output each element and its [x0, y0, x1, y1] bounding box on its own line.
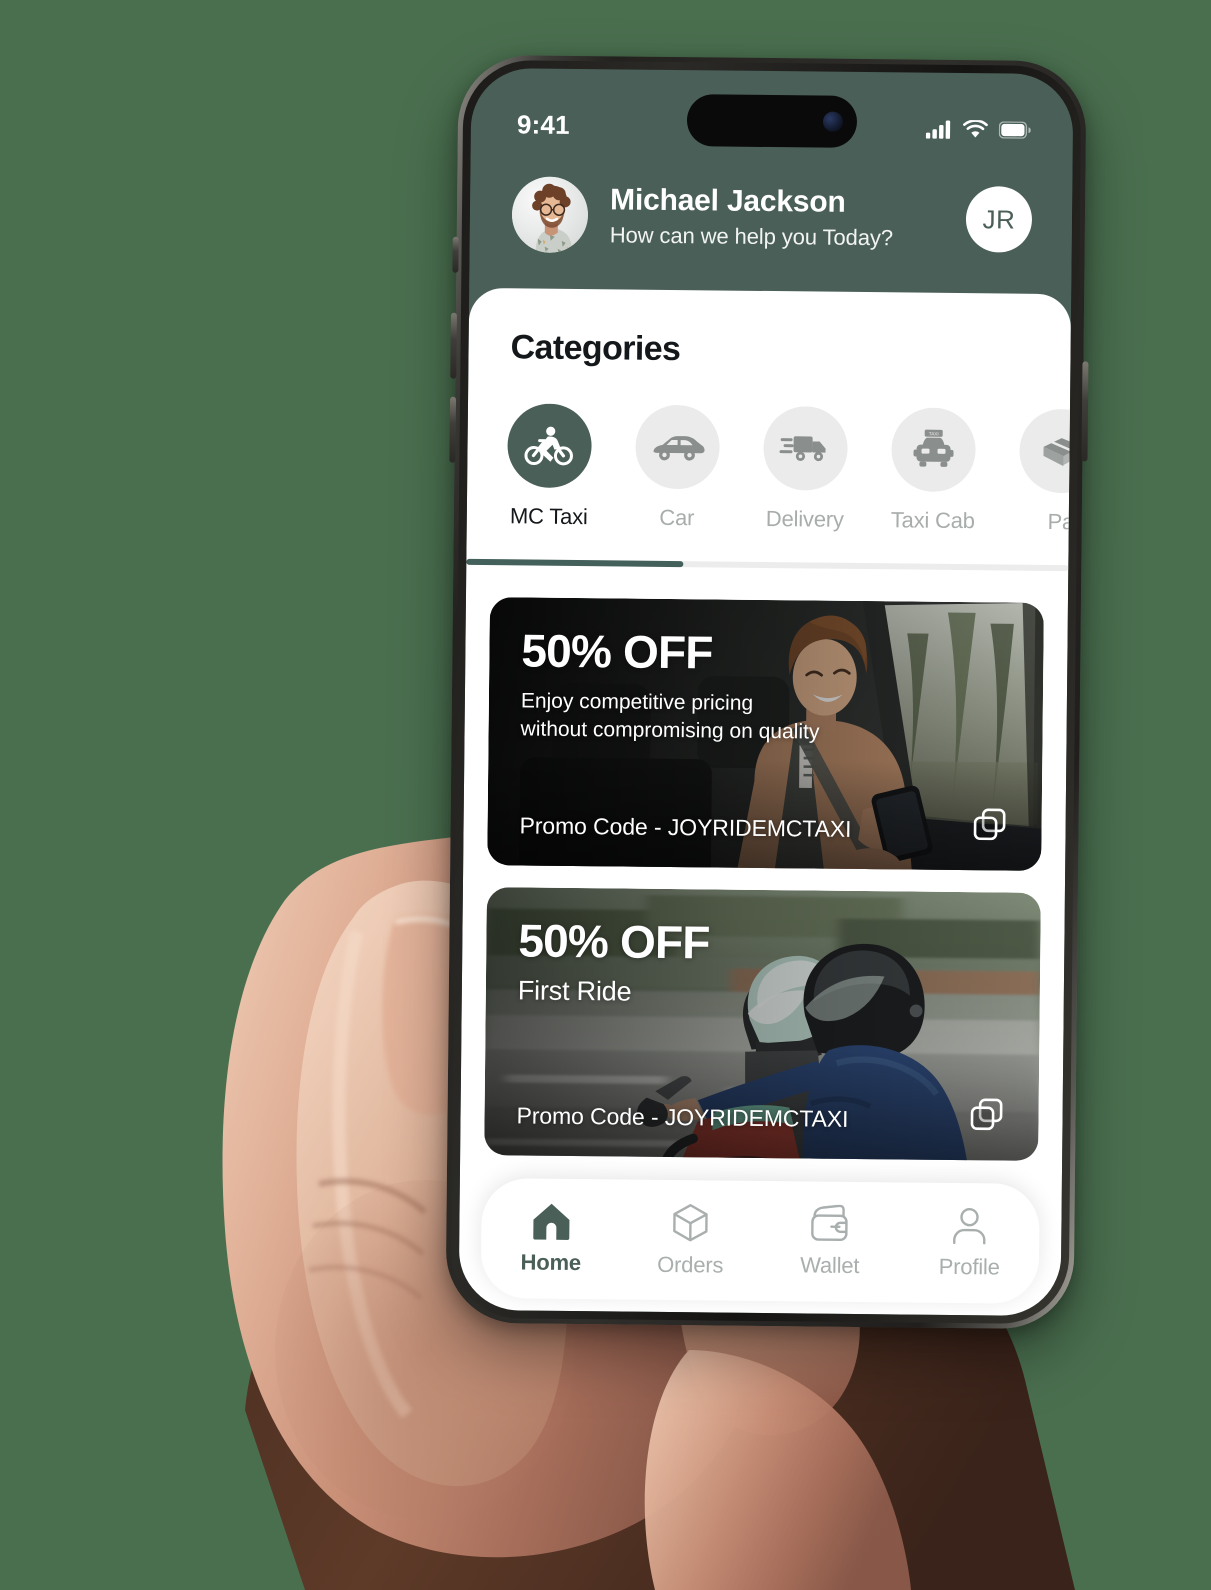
avatar-initials-badge[interactable]: JR [965, 186, 1033, 253]
app-header: Michael Jackson How can we help you Toda… [469, 153, 1073, 295]
promo-headline: 50% OFF [521, 624, 713, 679]
promo-footer: Promo Code - JOYRIDEMCTAXI [516, 1089, 1006, 1134]
category-label: Pa [1047, 508, 1070, 535]
category-item-mc-taxi[interactable]: MC Taxi [503, 403, 596, 530]
category-item-package[interactable]: Pa [1015, 408, 1070, 536]
silent-switch[interactable] [452, 236, 459, 273]
home-icon [533, 1203, 570, 1240]
user-avatar-photo[interactable] [511, 176, 589, 254]
status-time: 9:41 [516, 108, 570, 140]
promo-card-car[interactable]: 50% OFF Enjoy competitive pricing withou… [487, 597, 1044, 871]
dynamic-island [686, 94, 858, 148]
tab-label: Profile [938, 1253, 1000, 1280]
promo-headline: 50% OFF [518, 914, 710, 969]
categories-list[interactable]: MC Taxi Car Delivery TAXI Taxi Cab Pa [467, 403, 1070, 535]
bottom-nav: Home Orders Wallet Profile [480, 1178, 1040, 1304]
category-label: MC Taxi [509, 503, 588, 530]
box-icon [673, 1204, 708, 1242]
categories-carousel[interactable]: MC Taxi Car Delivery TAXI Taxi Cab Pa [466, 367, 1070, 572]
user-name: Michael Jackson [609, 183, 846, 220]
status-indicators [925, 119, 1031, 139]
package-icon [1019, 408, 1070, 494]
promo-subtitle: First Ride [517, 975, 632, 1007]
tab-label: Orders [657, 1251, 724, 1278]
tab-profile[interactable]: Profile [899, 1205, 1039, 1280]
header-text-block: Michael Jackson How can we help you Toda… [610, 183, 945, 252]
tab-orders[interactable]: Orders [620, 1202, 760, 1279]
battery-icon [998, 120, 1031, 139]
category-label: Car [659, 504, 695, 531]
promo-content: 50% OFF First Ride Promo Code - JOYRIDEM… [484, 887, 1041, 1161]
category-label: Delivery [765, 505, 844, 532]
volume-down-button[interactable] [449, 396, 457, 463]
scene: 9:41 Michael Jackson How can we help you… [0, 0, 1211, 1590]
scroll-area[interactable]: Categories MC Taxi Car Delivery TAXI Tax… [460, 288, 1071, 1166]
category-item-taxi-cab[interactable]: TAXI Taxi Cab [887, 407, 980, 534]
volume-up-button[interactable] [450, 312, 457, 379]
promo-footer: Promo Code - JOYRIDEMCTAXI [519, 799, 1009, 844]
svg-text:TAXI: TAXI [929, 431, 939, 436]
tab-home[interactable]: Home [481, 1201, 621, 1276]
wifi-icon [963, 119, 988, 138]
copy-icon[interactable] [966, 1094, 1006, 1134]
category-label: Taxi Cab [890, 507, 975, 534]
promo-card-first-ride[interactable]: 50% OFF First Ride Promo Code - JOYRIDEM… [484, 887, 1041, 1161]
delivery-truck-icon [763, 405, 848, 491]
category-item-car[interactable]: Car [631, 404, 724, 532]
taxi-cab-icon: TAXI [891, 407, 976, 493]
bottom-nav-container: Home Orders Wallet Profile [459, 1160, 1063, 1316]
cellular-signal-icon [925, 119, 951, 139]
wallet-icon [810, 1204, 848, 1242]
person-icon [953, 1207, 986, 1245]
tab-label: Home [520, 1249, 582, 1276]
tab-label: Wallet [800, 1252, 860, 1279]
phone-device: 9:41 Michael Jackson How can we help you… [445, 54, 1089, 1330]
copy-icon[interactable] [969, 804, 1009, 844]
promo-content: 50% OFF Enjoy competitive pricing withou… [487, 597, 1044, 871]
content-sheet: Categories MC Taxi Car Delivery TAXI Tax… [458, 287, 1072, 1317]
page-title: Categories [510, 328, 681, 369]
category-item-delivery[interactable]: Delivery [759, 405, 852, 533]
status-bar: 9:41 [471, 68, 1074, 160]
tab-wallet[interactable]: Wallet [760, 1204, 900, 1279]
phone-screen: 9:41 Michael Jackson How can we help you… [458, 67, 1074, 1317]
power-button[interactable] [1081, 361, 1089, 462]
promo-list: 50% OFF Enjoy competitive pricing withou… [460, 565, 1068, 1166]
motorcycle-taxi-icon [507, 403, 593, 489]
car-icon [635, 404, 720, 490]
promo-code-text: Promo Code - JOYRIDEMCTAXI [519, 812, 852, 842]
promo-description: Enjoy competitive pricing without compro… [520, 689, 820, 744]
front-camera-icon [822, 111, 844, 132]
promo-code-text: Promo Code - JOYRIDEMCTAXI [516, 1102, 849, 1132]
header-subtitle: How can we help you Today? [609, 222, 894, 250]
